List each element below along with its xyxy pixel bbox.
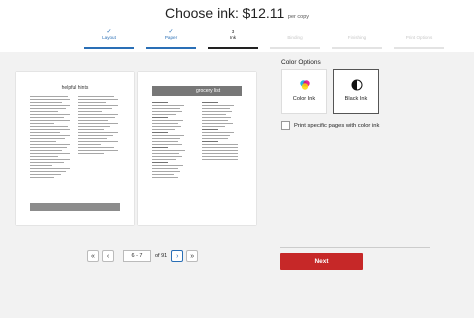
step-label: Finishing (347, 35, 367, 40)
page-preview-right: grocery list (138, 72, 256, 225)
step-bar (332, 47, 382, 49)
page-title: grocery list (196, 88, 221, 94)
step-bar (146, 47, 196, 49)
color-options-heading: Color Options (281, 59, 321, 66)
last-page-button[interactable]: » (186, 250, 199, 262)
print-specific-pages-label: Print specific pages with color ink (294, 122, 380, 129)
page-range-input[interactable]: 6 - 7 (123, 250, 151, 262)
step-bar (394, 47, 444, 49)
title-prefix: Choose ink: (164, 5, 239, 21)
first-page-button[interactable]: « (87, 250, 99, 262)
step-label: Layout (102, 35, 116, 40)
text-column (30, 96, 70, 180)
color-ink-option[interactable]: Color Ink (281, 69, 327, 114)
step-label: Paper (164, 35, 178, 40)
color-ink-icon (300, 80, 310, 90)
step-label: Binding (287, 35, 303, 40)
checklist-column (202, 102, 242, 162)
footer-banner (30, 203, 120, 211)
black-ink-option[interactable]: Black Ink (333, 69, 379, 114)
black-ink-label: Black Ink (344, 96, 368, 102)
step-bar (84, 47, 134, 49)
step-bar (208, 47, 258, 49)
step-finishing: Finishing (326, 29, 388, 49)
price-title: Choose ink: $12.11 per copy (0, 5, 474, 21)
text-column (78, 96, 118, 156)
page-title: helpful hints (61, 85, 89, 91)
step-progress: ✓ Layout ✓ Paper 3 Ink Binding Finishing… (78, 29, 450, 49)
black-ink-icon (351, 79, 363, 91)
step-layout[interactable]: ✓ Layout (78, 29, 140, 49)
color-ink-label: Color Ink (292, 96, 316, 102)
page-count-label: of 91 (155, 253, 168, 259)
step-bar (270, 47, 320, 49)
step-paper[interactable]: ✓ Paper (140, 29, 202, 49)
prev-page-button[interactable]: ‹ (102, 250, 114, 262)
divider (280, 247, 430, 248)
price-unit: per copy (287, 14, 310, 20)
header: Choose ink: $12.11 per copy ✓ Layout ✓ P… (0, 0, 474, 52)
step-label: Print Options (405, 35, 433, 40)
next-button[interactable]: Next (280, 253, 363, 270)
print-specific-pages-row: Print specific pages with color ink (281, 121, 379, 130)
page-navigator: « ‹ 6 - 7 of 91 › » (87, 250, 199, 262)
step-ink[interactable]: 3 Ink (202, 29, 264, 49)
grocery-list-banner: grocery list (152, 86, 242, 96)
price-value: $12.11 (242, 5, 285, 21)
next-page-button[interactable]: › (171, 250, 184, 262)
step-print-options: Print Options (388, 29, 450, 49)
step-label: Ink (229, 35, 237, 40)
page-preview-left: helpful hints (16, 72, 134, 225)
print-specific-pages-checkbox[interactable] (281, 121, 290, 130)
checklist-column (152, 102, 192, 180)
step-binding: Binding (264, 29, 326, 49)
